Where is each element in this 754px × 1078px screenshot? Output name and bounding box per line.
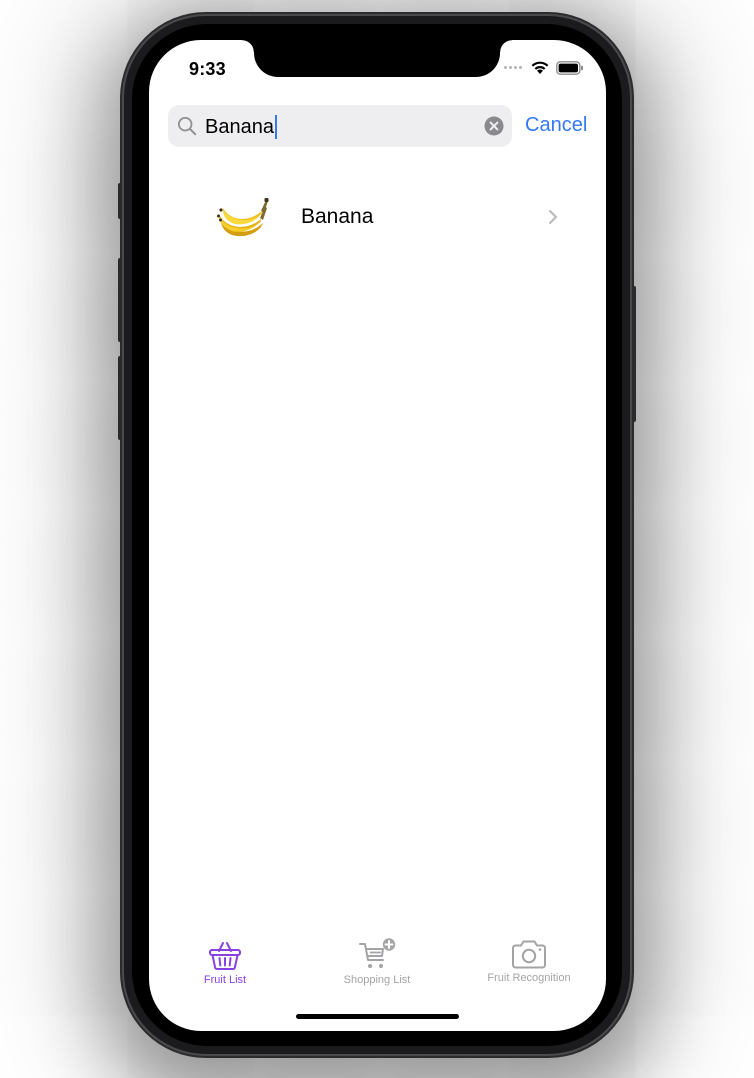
- volume-up-button: [118, 258, 122, 342]
- power-button: [632, 286, 636, 422]
- tab-label: Fruit Recognition: [487, 972, 571, 984]
- clear-circle-icon[interactable]: [484, 116, 504, 136]
- home-indicator: [296, 1014, 459, 1019]
- basket-icon: [209, 942, 241, 970]
- tab-label: Fruit List: [203, 974, 247, 986]
- wifi-icon: [531, 61, 549, 74]
- text-caret: [274, 115, 277, 139]
- cart-add-icon: [359, 938, 396, 968]
- screen: 9:33 Banana Cancel Banana Fruit List Sho…: [149, 40, 606, 1031]
- battery-icon: [556, 60, 583, 75]
- status-time: 9:33: [189, 59, 226, 79]
- tab-bar: Fruit List Shopping List Fruit Recogniti…: [149, 938, 606, 998]
- tab-fruit-recognition[interactable]: Fruit Recognition: [453, 938, 605, 998]
- mute-switch: [118, 183, 122, 219]
- search-field[interactable]: Banana: [168, 105, 512, 147]
- search-bar: Banana Cancel: [168, 105, 588, 147]
- fruit-name: Banana: [301, 205, 374, 228]
- tab-fruit-list[interactable]: Fruit List: [149, 938, 301, 998]
- cancel-button[interactable]: Cancel: [525, 114, 587, 137]
- search-input[interactable]: Banana: [205, 115, 277, 139]
- chevron-right-icon: [549, 210, 557, 224]
- camera-icon: [512, 940, 546, 969]
- search-input-value: Banana: [205, 115, 274, 138]
- list-item[interactable]: Banana: [149, 190, 606, 246]
- signal-dots-icon: [504, 66, 522, 69]
- tab-label: Shopping List: [343, 974, 411, 986]
- search-icon: [177, 116, 197, 136]
- banana-image: [217, 198, 269, 237]
- status-icons: [504, 60, 584, 75]
- volume-down-button: [118, 356, 122, 440]
- tab-shopping-list[interactable]: Shopping List: [301, 938, 453, 998]
- notch: [242, 40, 512, 77]
